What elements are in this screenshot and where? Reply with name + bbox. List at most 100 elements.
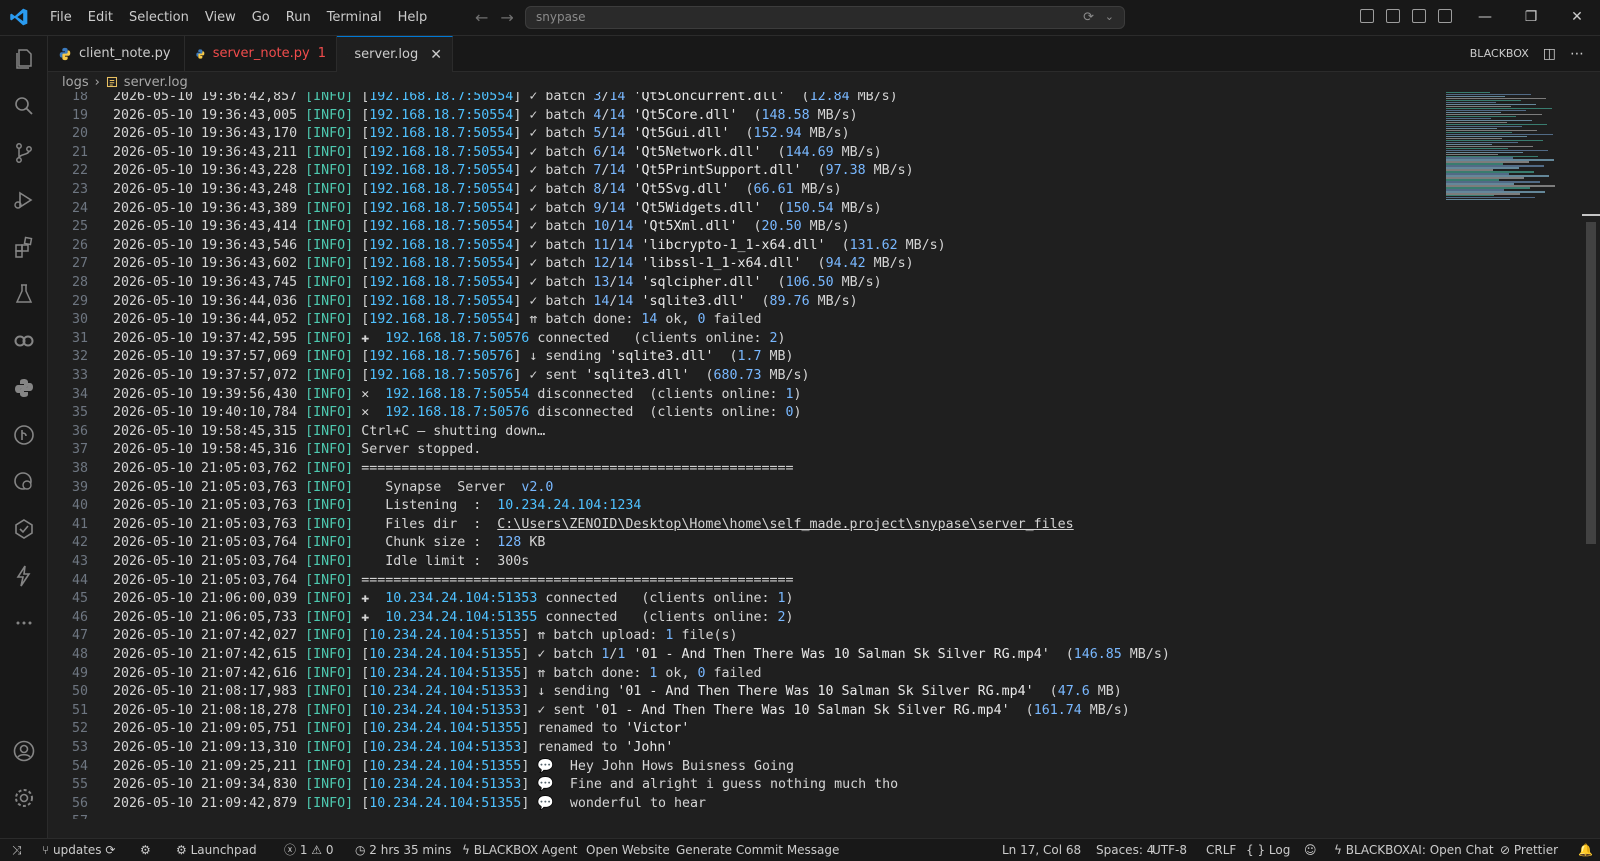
minimize-icon[interactable]: — (1462, 0, 1508, 35)
language-status[interactable]: { } Log (1246, 839, 1290, 861)
log-level-tag: [INFO] (305, 759, 353, 774)
line-number: 27 (48, 255, 88, 274)
log-line: 342026-05-10 19:39:56,430 [INFO] ✕ 192.1… (48, 386, 802, 405)
explorer-icon[interactable] (11, 46, 37, 72)
menu-view[interactable]: View (197, 10, 244, 25)
prettier-status[interactable]: ⊘ Prettier (1500, 839, 1558, 861)
toggle-secondary-sidebar-icon[interactable] (1438, 9, 1452, 23)
git-graph-icon[interactable] (11, 422, 37, 448)
log-line: 222026-05-10 19:36:43,228 [INFO] [192.16… (48, 162, 914, 181)
minimap[interactable] (1446, 92, 1556, 202)
close-window-icon[interactable]: ✕ (1554, 0, 1600, 35)
branch-status[interactable]: ⑂ updates ⟳ (42, 839, 115, 861)
log-timestamp: 2026-05-10 19:40:10,784 (113, 405, 305, 420)
log-level-tag: [INFO] (305, 628, 353, 643)
log-message: [10.234.24.104:51355] 💬 wonderful to hea… (353, 796, 706, 811)
menu-go[interactable]: Go (244, 10, 278, 25)
editor-content[interactable]: 182026-05-10 19:36:42,857 [INFO] [192.16… (48, 92, 1438, 819)
menu-selection[interactable]: Selection (121, 10, 197, 25)
copilot-status-icon[interactable]: ☺ (1304, 839, 1317, 861)
tab-server-note-py[interactable]: server_note.py 1 (185, 36, 337, 71)
log-message: Ctrl+C — shutting down… (353, 424, 545, 439)
blackbox-chat-status[interactable]: ϟ BLACKBOXAI: Open Chat (1334, 839, 1494, 861)
remote-explorer-icon[interactable] (11, 469, 37, 495)
copilot-chat-icon[interactable] (11, 328, 37, 354)
more-actions-icon[interactable]: ⋯ (1570, 46, 1584, 62)
restore-icon[interactable]: ❐ (1508, 0, 1554, 35)
search-icon[interactable] (11, 93, 37, 119)
breadcrumb-folder[interactable]: logs (62, 75, 89, 90)
menu-run[interactable]: Run (278, 10, 319, 25)
line-number: 48 (48, 646, 88, 665)
log-level-tag: [INFO] (305, 591, 353, 606)
testing-flask-icon[interactable] (11, 281, 37, 307)
back-arrow-icon[interactable]: ← (475, 8, 488, 27)
chevron-down-icon[interactable]: ⌄ (1105, 10, 1114, 23)
line-number: 26 (48, 237, 88, 256)
close-tab-icon[interactable]: ✕ (430, 47, 442, 63)
log-timestamp: 2026-05-10 21:05:03,762 (113, 461, 305, 476)
scrollbar-thumb[interactable] (1586, 222, 1596, 544)
log-level-tag: [INFO] (305, 703, 353, 718)
log-message: [10.234.24.104:51355] renamed to 'Victor… (353, 721, 689, 736)
menu-help[interactable]: Help (390, 10, 436, 25)
log-level-tag: [INFO] (305, 294, 353, 309)
log-message: [192.168.18.7:50554] ✓ batch 12/14 'libs… (353, 256, 913, 271)
log-level-tag: [INFO] (305, 573, 353, 588)
encoding-status[interactable]: UTF-8 (1152, 839, 1187, 861)
menu-file[interactable]: File (42, 10, 80, 25)
split-editor-icon[interactable]: ◫ (1543, 46, 1556, 62)
tab-server-log[interactable]: server.log ✕ (337, 36, 453, 72)
breadcrumb-file[interactable]: server.log (124, 75, 188, 90)
blackbox-agent-status[interactable]: ϟ BLACKBOX Agent (462, 839, 577, 861)
toggle-panel-icon[interactable] (1412, 9, 1426, 23)
settings-gear-icon[interactable] (11, 785, 37, 811)
copilot-icon[interactable]: ⟳ (1083, 10, 1094, 25)
log-message: Server stopped. (353, 442, 481, 457)
notifications-bell-icon[interactable]: 🔔 (1578, 839, 1593, 861)
python-icon[interactable] (11, 375, 37, 401)
source-control-icon[interactable] (11, 140, 37, 166)
blackbox-lightning-icon[interactable] (11, 563, 37, 589)
run-debug-icon[interactable] (11, 187, 37, 213)
toggle-primary-sidebar-icon[interactable] (1386, 9, 1400, 23)
sync-icon[interactable]: ⚙ (140, 839, 151, 861)
extensions-icon[interactable] (11, 234, 37, 260)
generate-commit-button[interactable]: Generate Commit Message (676, 839, 839, 861)
log-message: [192.168.18.7:50554] ✓ batch 10/14 'Qt5X… (353, 219, 849, 234)
open-website-button[interactable]: Open Website (586, 839, 670, 861)
forward-arrow-icon[interactable]: → (500, 8, 513, 27)
line-number: 35 (48, 404, 88, 423)
tab-client-note-py[interactable]: client_note.py (48, 36, 185, 71)
log-timestamp: 2026-05-10 19:37:57,069 (113, 349, 305, 364)
blackbox-label[interactable]: BLACKBOX (1470, 47, 1529, 60)
line-number: 33 (48, 367, 88, 386)
line-number: 38 (48, 460, 88, 479)
more-icon[interactable] (11, 610, 37, 636)
launchpad-status[interactable]: ⚙ Launchpad (176, 839, 257, 861)
log-message: [192.168.18.7:50554] ✓ batch 3/14 'Qt5Co… (353, 92, 897, 104)
time-tracker[interactable]: ◷ 2 hrs 35 mins (355, 839, 451, 861)
menu-terminal[interactable]: Terminal (319, 10, 390, 25)
log-line: 312026-05-10 19:37:42,595 [INFO] ✚ 192.1… (48, 330, 786, 349)
cursor-position[interactable]: Ln 17, Col 68 (1002, 839, 1081, 861)
eol-status[interactable]: CRLF (1206, 839, 1236, 861)
vertical-scrollbar[interactable] (1582, 92, 1600, 819)
github-actions-icon[interactable] (11, 516, 37, 542)
log-timestamp: 2026-05-10 19:36:43,228 (113, 163, 305, 178)
log-line: 472026-05-10 21:07:42,027 [INFO] [10.234… (48, 627, 737, 646)
log-timestamp: 2026-05-10 19:36:43,170 (113, 126, 305, 141)
line-number: 32 (48, 348, 88, 367)
log-message: [10.234.24.104:51353] ✓ sent '01 - And T… (353, 703, 1130, 718)
log-timestamp: 2026-05-10 19:36:44,036 (113, 294, 305, 309)
log-timestamp: 2026-05-10 21:06:05,733 (113, 610, 305, 625)
customize-layout-icon[interactable] (1360, 9, 1374, 23)
remote-icon[interactable]: ⤨ (12, 839, 22, 861)
account-icon[interactable] (11, 738, 37, 764)
problems-status[interactable]: ⓧ 1 ⚠ 0 (284, 839, 334, 861)
indentation-status[interactable]: Spaces: 4 (1096, 839, 1154, 861)
log-line: 482026-05-10 21:07:42,615 [INFO] [10.234… (48, 646, 1170, 665)
menu-edit[interactable]: Edit (80, 10, 121, 25)
command-center-search[interactable]: snypase ⟳ ⌄ (525, 6, 1125, 29)
warning-count: 0 (326, 843, 334, 857)
